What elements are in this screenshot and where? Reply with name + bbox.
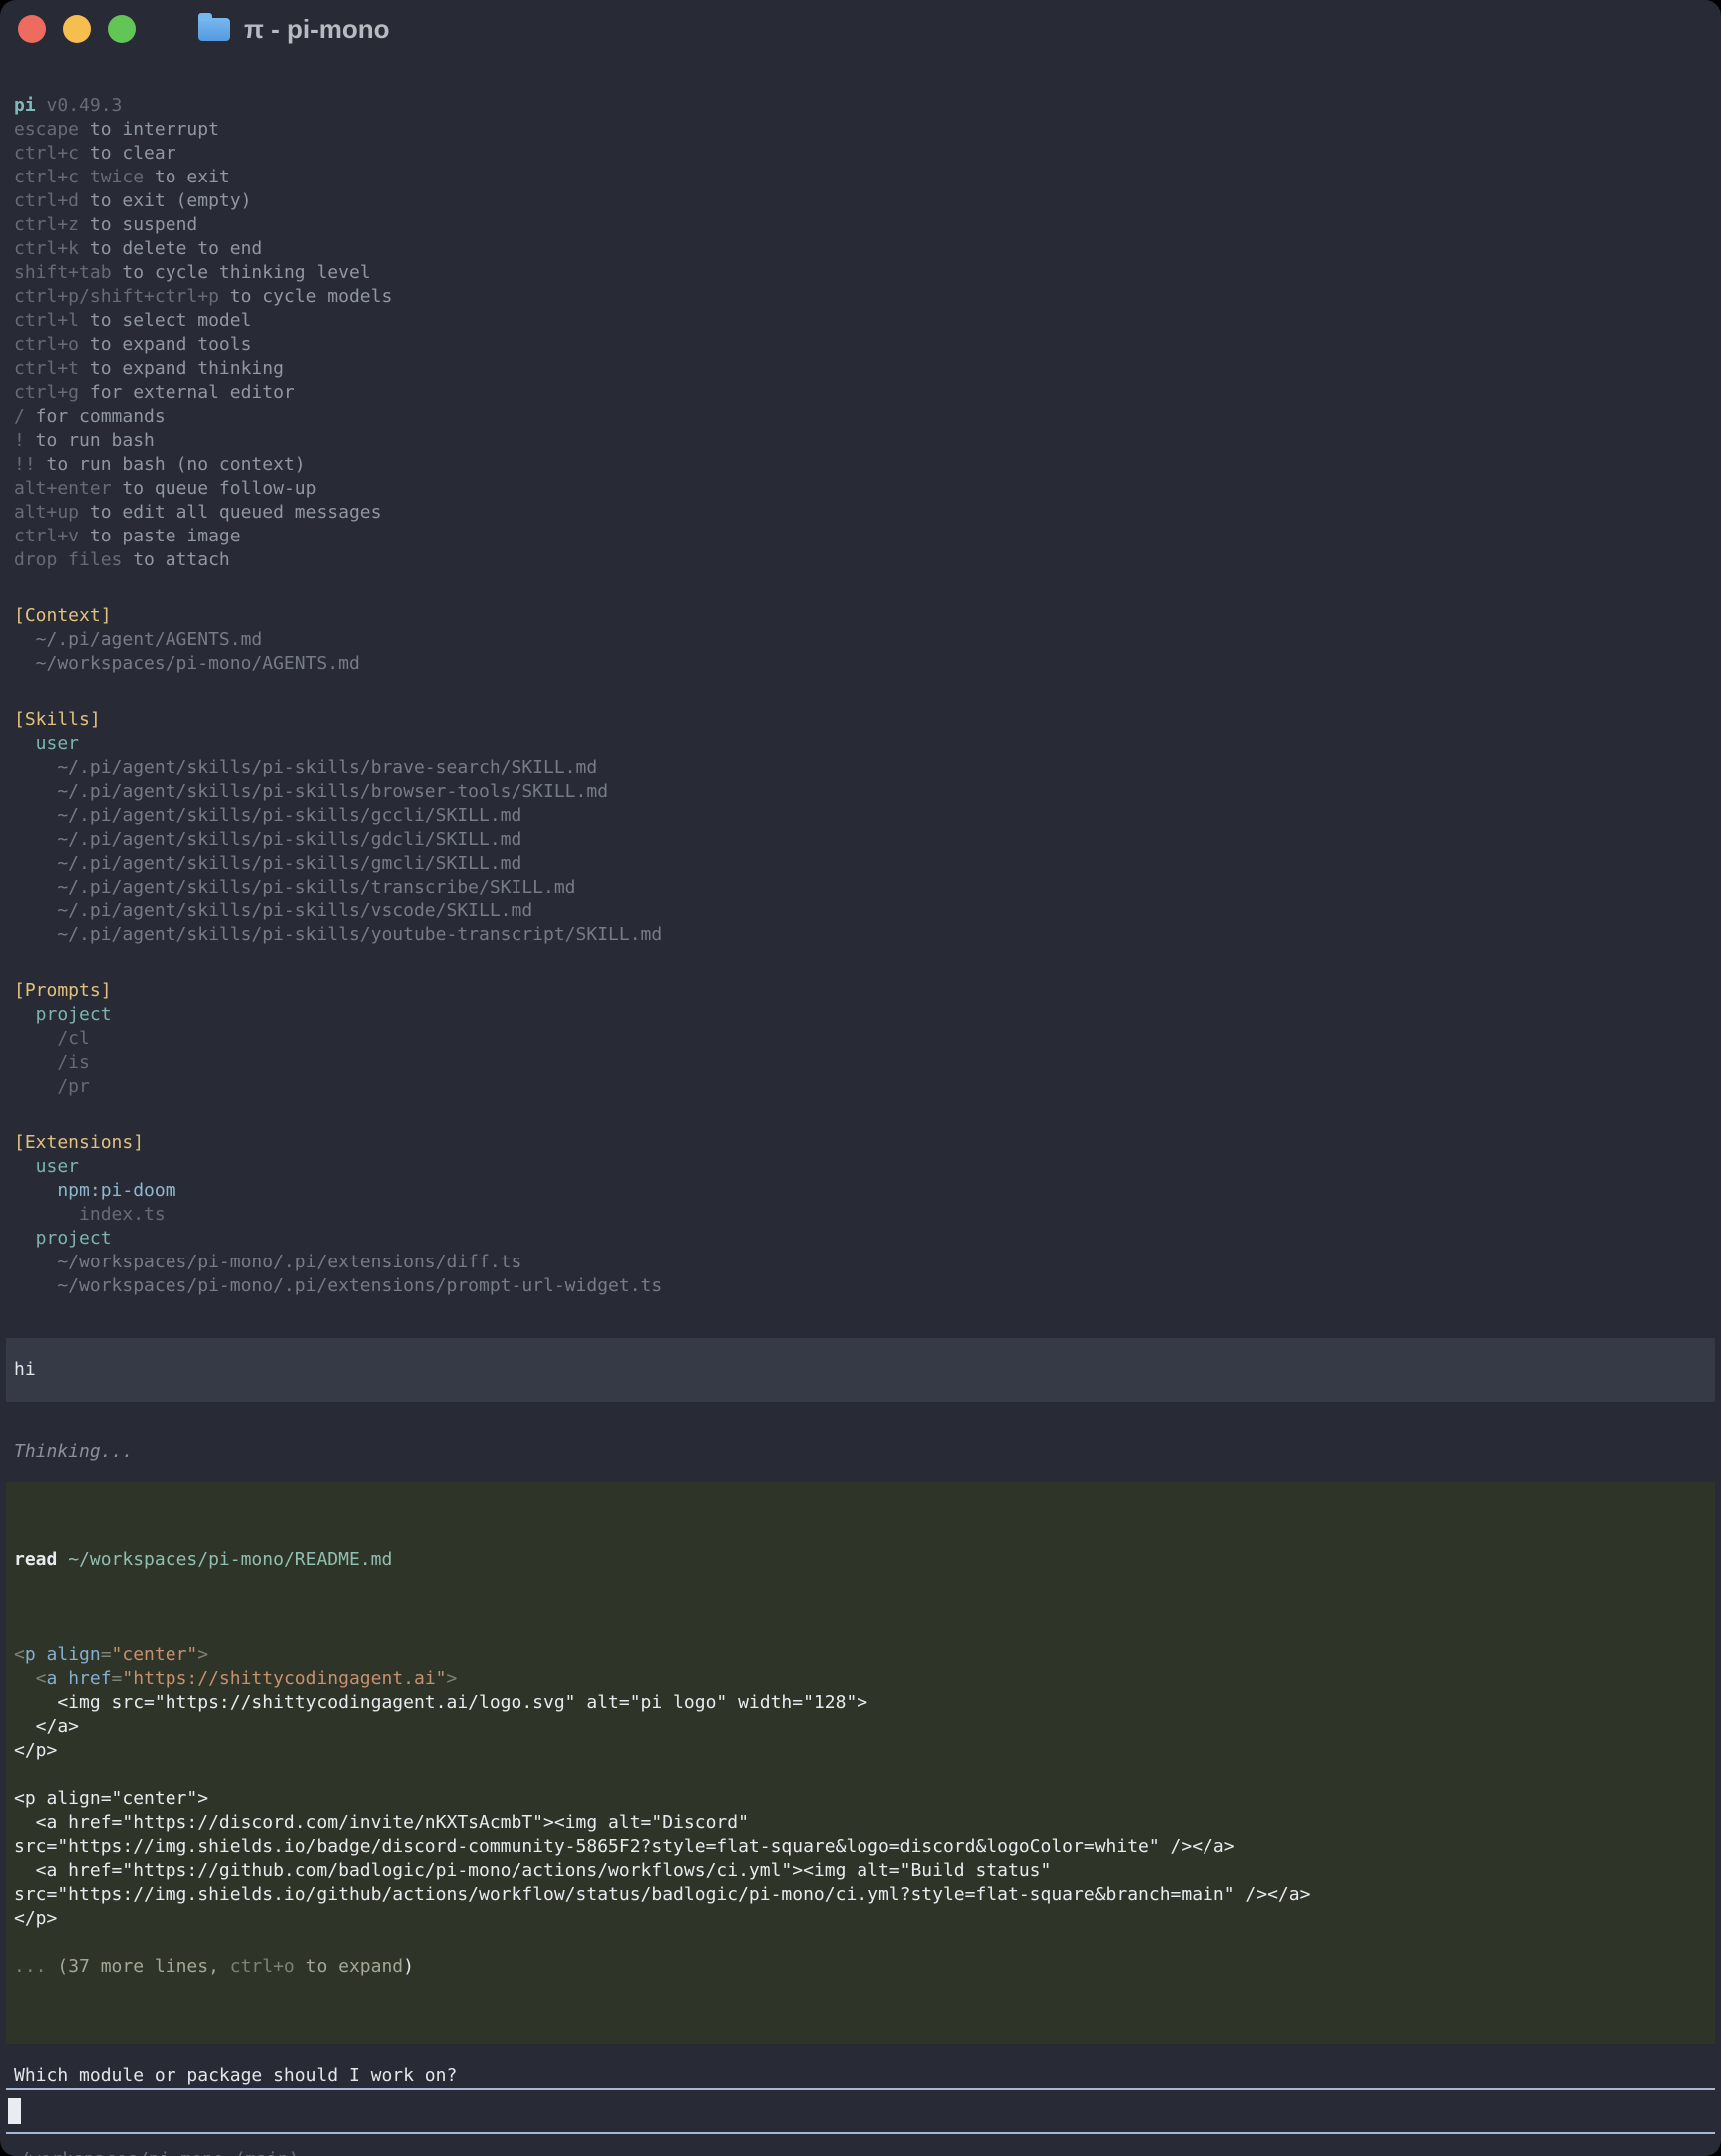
code-line: <img src="https://shittycodingagent.ai/l… <box>14 1691 1707 1715</box>
section-row: ~/.pi/agent/AGENTS.md <box>14 628 1707 652</box>
help-line: ctrl+c twice to exit <box>14 166 1707 189</box>
section-row: ~/workspaces/pi-mono/.pi/extensions/prom… <box>14 1274 1707 1298</box>
help-line: ctrl+k to delete to end <box>14 237 1707 261</box>
code-line: src="https://img.shields.io/badge/discor… <box>14 1835 1707 1859</box>
help-line: ctrl+v to paste image <box>14 525 1707 548</box>
help-line: ctrl+o to expand tools <box>14 333 1707 357</box>
code-line: <a href="https://discord.com/invite/nKXT… <box>14 1811 1707 1835</box>
section-row: user <box>14 1155 1707 1179</box>
help-line: shift+tab to cycle thinking level <box>14 261 1707 285</box>
section-extensions: [Extensions] user npm:pi-doom index.ts p… <box>14 1131 1707 1298</box>
section-context: [Context] ~/.pi/agent/AGENTS.md ~/worksp… <box>14 604 1707 676</box>
section-row: ~/.pi/agent/skills/pi-skills/brave-searc… <box>14 756 1707 780</box>
section-row: ~/.pi/agent/skills/pi-skills/vscode/SKIL… <box>14 899 1707 923</box>
scrollback: pi v0.49.3 escape to interruptctrl+c to … <box>0 58 1721 1298</box>
thinking-indicator: Thinking... <box>14 1440 1721 1464</box>
code-line: <p align="center"> <box>14 1787 1707 1811</box>
section-row: ~/.pi/agent/skills/pi-skills/gdcli/SKILL… <box>14 828 1707 852</box>
section-row: ~/workspaces/pi-mono/AGENTS.md <box>14 652 1707 676</box>
close-button[interactable] <box>18 15 46 43</box>
tool-name: read <box>14 1549 57 1570</box>
version-label: v0.49.3 <box>47 95 123 116</box>
help-line: ctrl+l to select model <box>14 309 1707 333</box>
code-line: </p> <box>14 1907 1707 1931</box>
tool-call-line: read ~/workspaces/pi-mono/README.md <box>14 1548 1707 1572</box>
help-line: ctrl+t to expand thinking <box>14 357 1707 381</box>
minimize-button[interactable] <box>63 15 91 43</box>
help-line: ctrl+d to exit (empty) <box>14 189 1707 213</box>
help-line: ctrl+p/shift+ctrl+p to cycle models <box>14 285 1707 309</box>
section-row: user <box>14 732 1707 756</box>
section-row: ~/.pi/agent/skills/pi-skills/transcribe/… <box>14 876 1707 899</box>
code-line <box>14 1763 1707 1787</box>
help-line: alt+up to edit all queued messages <box>14 501 1707 525</box>
cwd-branch: ~/workspaces/pi-mono (main) <box>8 2148 1713 2156</box>
user-message-text: hi <box>14 1359 36 1380</box>
prompt-input[interactable] <box>6 2088 1715 2134</box>
help-line: drop files to attach <box>14 548 1707 572</box>
help-line: ! to run bash <box>14 429 1707 453</box>
section-row: project <box>14 1227 1707 1251</box>
tool-result-code: <p align="center"> <a href="https://shit… <box>14 1619 1707 1978</box>
app-name: pi <box>14 95 36 116</box>
section-row: ~/.pi/agent/skills/pi-skills/gmcli/SKILL… <box>14 852 1707 876</box>
sections: [Context] ~/.pi/agent/AGENTS.md ~/worksp… <box>14 604 1707 1298</box>
help-line: escape to interrupt <box>14 118 1707 142</box>
section-row: index.ts <box>14 1203 1707 1227</box>
section-row: project <box>14 1003 1707 1027</box>
section-header: [Prompts] <box>14 979 1707 1003</box>
section-row: ~/.pi/agent/skills/pi-skills/browser-too… <box>14 780 1707 804</box>
code-line <box>14 1619 1707 1643</box>
code-line: <a href="https://github.com/badlogic/pi-… <box>14 1859 1707 1883</box>
titlebar: π - pi-mono <box>0 0 1721 58</box>
help-line: ctrl+z to suspend <box>14 213 1707 237</box>
code-line: <a href="https://shittycodingagent.ai"> <box>14 1667 1707 1691</box>
section-row: ~/.pi/agent/skills/pi-skills/gccli/SKILL… <box>14 804 1707 828</box>
window-title: π - pi-mono <box>244 17 390 41</box>
code-line: ... (37 more lines, ctrl+o to expand) <box>14 1955 1707 1978</box>
section-header: [Extensions] <box>14 1131 1707 1155</box>
section-row: ~/workspaces/pi-mono/.pi/extensions/diff… <box>14 1251 1707 1274</box>
help-line: ctrl+c to clear <box>14 142 1707 166</box>
section-header: [Context] <box>14 604 1707 628</box>
assistant-message: Which module or package should I work on… <box>14 2064 1721 2088</box>
section-row: /pr <box>14 1075 1707 1099</box>
tool-arg: ~/workspaces/pi-mono/README.md <box>68 1549 392 1570</box>
code-line: <p align="center"> <box>14 1643 1707 1667</box>
text-cursor <box>8 2098 21 2124</box>
section-row: /cl <box>14 1027 1707 1051</box>
terminal-window: π - pi-mono pi v0.49.3 escape to interru… <box>0 0 1721 2156</box>
section-row: ~/.pi/agent/skills/pi-skills/youtube-tra… <box>14 923 1707 947</box>
app-version-line: pi v0.49.3 <box>14 94 1707 118</box>
section-header: [Skills] <box>14 708 1707 732</box>
help-line: alt+enter to queue follow-up <box>14 477 1707 501</box>
user-message: hi <box>6 1338 1715 1402</box>
help-line: / for commands <box>14 405 1707 429</box>
section-row: /is <box>14 1051 1707 1075</box>
folder-icon <box>198 18 230 41</box>
help-line: !! to run bash (no context) <box>14 453 1707 477</box>
code-line: </p> <box>14 1739 1707 1763</box>
section-skills: [Skills] user ~/.pi/agent/skills/pi-skil… <box>14 708 1707 947</box>
help-line: ctrl+g for external editor <box>14 381 1707 405</box>
section-row: npm:pi-doom <box>14 1179 1707 1203</box>
maximize-button[interactable] <box>108 15 136 43</box>
code-line: src="https://img.shields.io/github/actio… <box>14 1883 1707 1907</box>
tool-output-block: read ~/workspaces/pi-mono/README.md <p a… <box>6 1482 1715 2044</box>
section-prompts: [Prompts] project /cl /is /pr <box>14 979 1707 1099</box>
status-bar: ~/workspaces/pi-mono (main) ↑4.7k ↓44 R3… <box>8 2148 1713 2156</box>
code-line <box>14 1931 1707 1955</box>
help-list: escape to interruptctrl+c to clearctrl+c… <box>14 118 1707 572</box>
app-version <box>36 95 47 116</box>
code-line: </a> <box>14 1715 1707 1739</box>
